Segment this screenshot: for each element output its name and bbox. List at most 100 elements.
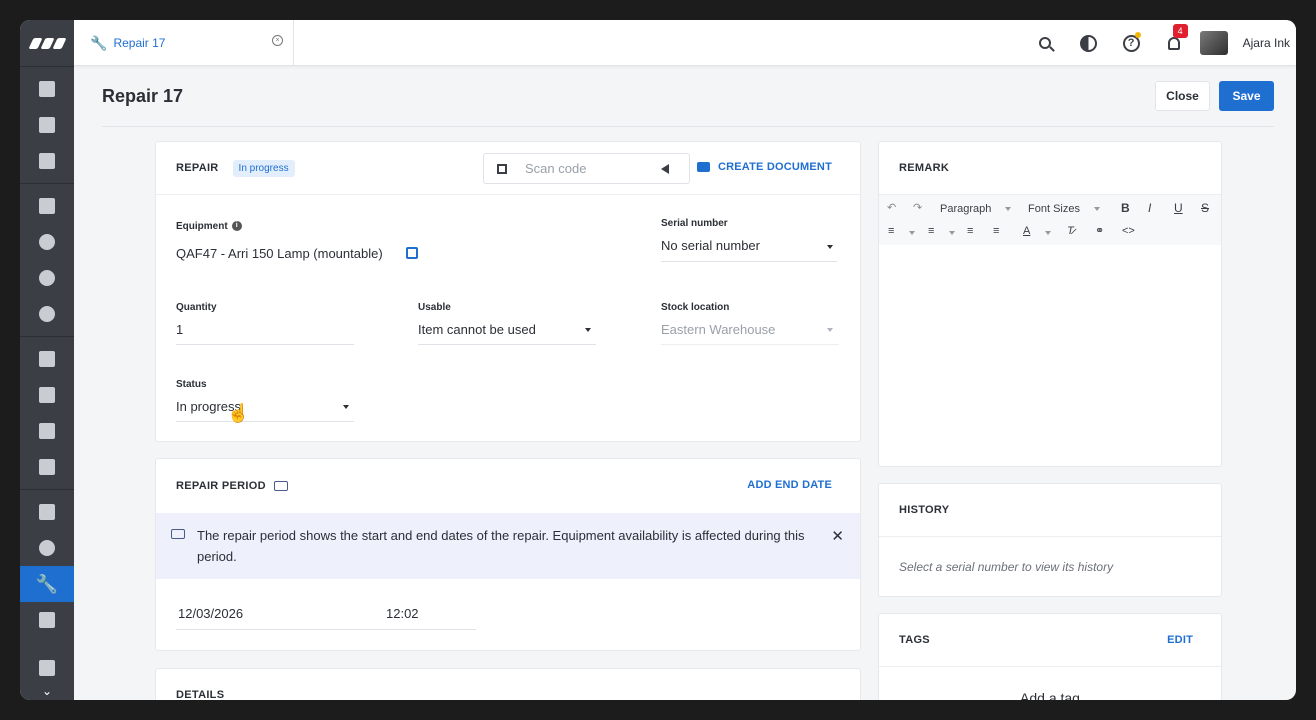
create-document-label: CREATE DOCUMENT	[717, 161, 832, 173]
chevron-down-icon	[909, 231, 915, 235]
editor-toolbar: ↶ ↷ Paragraph Font Sizes B I U S ≡ ≡ ≡ ≡…	[879, 195, 1221, 245]
outdent-icon[interactable]: ≡	[967, 225, 973, 237]
paragraph-select[interactable]: Paragraph	[940, 203, 991, 215]
info-icon[interactable]: i	[231, 221, 242, 232]
stock-location-select[interactable]: Eastern Warehouse	[661, 322, 775, 337]
details-card: DETAILS	[155, 668, 861, 700]
notifications-button[interactable]: 4	[1153, 20, 1196, 66]
equipment-value[interactable]: QAF47 - Arri 150 Lamp (mountable)	[176, 246, 383, 261]
undo-icon[interactable]: ↶	[887, 201, 896, 214]
sidebar-item-transport[interactable]	[20, 449, 74, 485]
sidebar-item-tasks[interactable]	[20, 494, 74, 530]
search-button[interactable]	[1024, 20, 1067, 66]
wrench-icon: 🔧	[35, 574, 59, 594]
sidebar: 🔧 ⌄	[20, 20, 74, 700]
sidebar-item-contacts-card[interactable]	[20, 377, 74, 413]
tab-label: Repair 17	[113, 36, 166, 50]
help-button[interactable]: ?	[1110, 20, 1153, 66]
serial-number-select[interactable]: No serial number	[661, 238, 760, 253]
status-underline	[176, 421, 354, 422]
calendar-icon	[39, 117, 55, 133]
repair-title: REPAIR	[176, 162, 219, 174]
sidebar-item-reports[interactable]	[20, 602, 74, 638]
scan-code-input[interactable]: Scan code	[483, 153, 690, 184]
notification-badge: 4	[1172, 24, 1188, 38]
save-button[interactable]: Save	[1219, 81, 1274, 111]
sidebar-item-time[interactable]	[20, 530, 74, 566]
link-icon[interactable]: ⚭	[1095, 224, 1104, 237]
sidebar-item-contacts[interactable]	[20, 224, 74, 260]
sidebar-item-table[interactable]	[20, 188, 74, 224]
scan-placeholder: Scan code	[525, 161, 587, 176]
sidebar-item-dashboard[interactable]	[20, 71, 74, 107]
start-time-field[interactable]: 12:02	[386, 606, 419, 621]
remark-card: REMARK ↶ ↷ Paragraph Font Sizes B I U S …	[878, 141, 1222, 467]
close-button[interactable]: Close	[1155, 81, 1210, 111]
sidebar-item-calendar[interactable]	[20, 107, 74, 143]
italic-icon[interactable]: I	[1148, 201, 1151, 215]
sidebar-item-crew[interactable]	[20, 413, 74, 449]
close-icon[interactable]: ✕	[831, 527, 844, 545]
tab-repair[interactable]: 🔧 Repair 17 ×	[74, 20, 294, 66]
usable-underline	[418, 344, 596, 345]
remark-title: REMARK	[899, 162, 950, 174]
tags-title: TAGS	[899, 634, 930, 646]
bullet-list-icon[interactable]: ≡	[888, 225, 894, 237]
redo-icon[interactable]: ↷	[913, 201, 922, 214]
printer-icon	[696, 162, 710, 172]
sidebar-item-inventory[interactable]	[20, 341, 74, 377]
chevron-down-icon[interactable]: ⌄	[20, 684, 74, 698]
tags-card: TAGS EDIT Add a tag	[878, 613, 1222, 700]
sidebar-item-finance[interactable]	[20, 296, 74, 332]
chevron-down-icon	[1005, 207, 1011, 211]
book-icon[interactable]	[273, 480, 288, 491]
sidebar-item-warehouse[interactable]	[20, 143, 74, 179]
chart-icon	[39, 612, 55, 628]
external-link-icon[interactable]	[406, 247, 418, 259]
transfer-icon	[39, 270, 55, 286]
theme-button[interactable]	[1067, 20, 1110, 66]
indent-icon[interactable]: ≡	[993, 225, 999, 237]
avatar[interactable]	[1199, 31, 1228, 55]
status-label: Status	[176, 379, 207, 390]
create-document-button[interactable]: CREATE DOCUMENT	[696, 161, 832, 173]
sidebar-item-transfers[interactable]	[20, 260, 74, 296]
app-window: 🔧 ⌄ 🔧 Repair 17 × ? 4 Ajara Ink Repair 1…	[20, 20, 1296, 700]
clipboard-icon	[39, 504, 55, 520]
serial-number-label: Serial number	[661, 218, 728, 229]
stock-underline	[661, 344, 839, 345]
edit-tags-button[interactable]: EDIT	[1167, 634, 1193, 646]
status-badge: In progress	[232, 159, 295, 177]
strikethrough-icon[interactable]: S	[1201, 201, 1209, 215]
topbar: 🔧 Repair 17 × ? 4 Ajara Ink	[74, 20, 1296, 66]
dashboard-icon	[39, 81, 55, 97]
sidebar-item-repairs[interactable]: 🔧	[20, 566, 74, 602]
repair-period-card: REPAIR PERIOD ADD END DATE The repair pe…	[155, 458, 861, 651]
font-sizes-select[interactable]: Font Sizes	[1028, 203, 1080, 215]
quantity-field[interactable]: 1	[176, 322, 183, 337]
usable-select[interactable]: Item cannot be used	[418, 322, 536, 337]
equipment-label: Equipment i	[176, 221, 242, 232]
user-name[interactable]: Ajara Ink	[1243, 36, 1290, 50]
clear-format-icon[interactable]: T̷	[1067, 225, 1074, 237]
chevron-down-icon	[827, 328, 833, 332]
wrench-icon: 🔧	[90, 34, 108, 51]
pointer-cursor-icon: ☝	[227, 403, 250, 423]
numbered-list-icon[interactable]: ≡	[928, 225, 934, 237]
close-tab-icon[interactable]: ×	[272, 35, 283, 46]
bold-icon[interactable]: B	[1121, 201, 1130, 215]
app-logo[interactable]	[20, 20, 74, 66]
speaker-icon[interactable]	[661, 163, 669, 174]
code-icon[interactable]: <>	[1122, 225, 1135, 237]
start-date-field[interactable]: 12/03/2026	[178, 606, 243, 621]
text-color-icon[interactable]: A	[1023, 225, 1030, 237]
sidebar-item-messages[interactable]	[20, 650, 74, 686]
date-underline	[176, 629, 476, 630]
add-tag-placeholder[interactable]: Add a tag	[879, 690, 1221, 700]
stock-location-label: Stock location	[661, 302, 730, 313]
truck-icon	[39, 459, 55, 475]
underline-icon[interactable]: U	[1174, 201, 1183, 215]
help-dot	[1134, 32, 1141, 38]
add-end-date-button[interactable]: ADD END DATE	[747, 479, 832, 491]
message-icon	[39, 660, 55, 676]
